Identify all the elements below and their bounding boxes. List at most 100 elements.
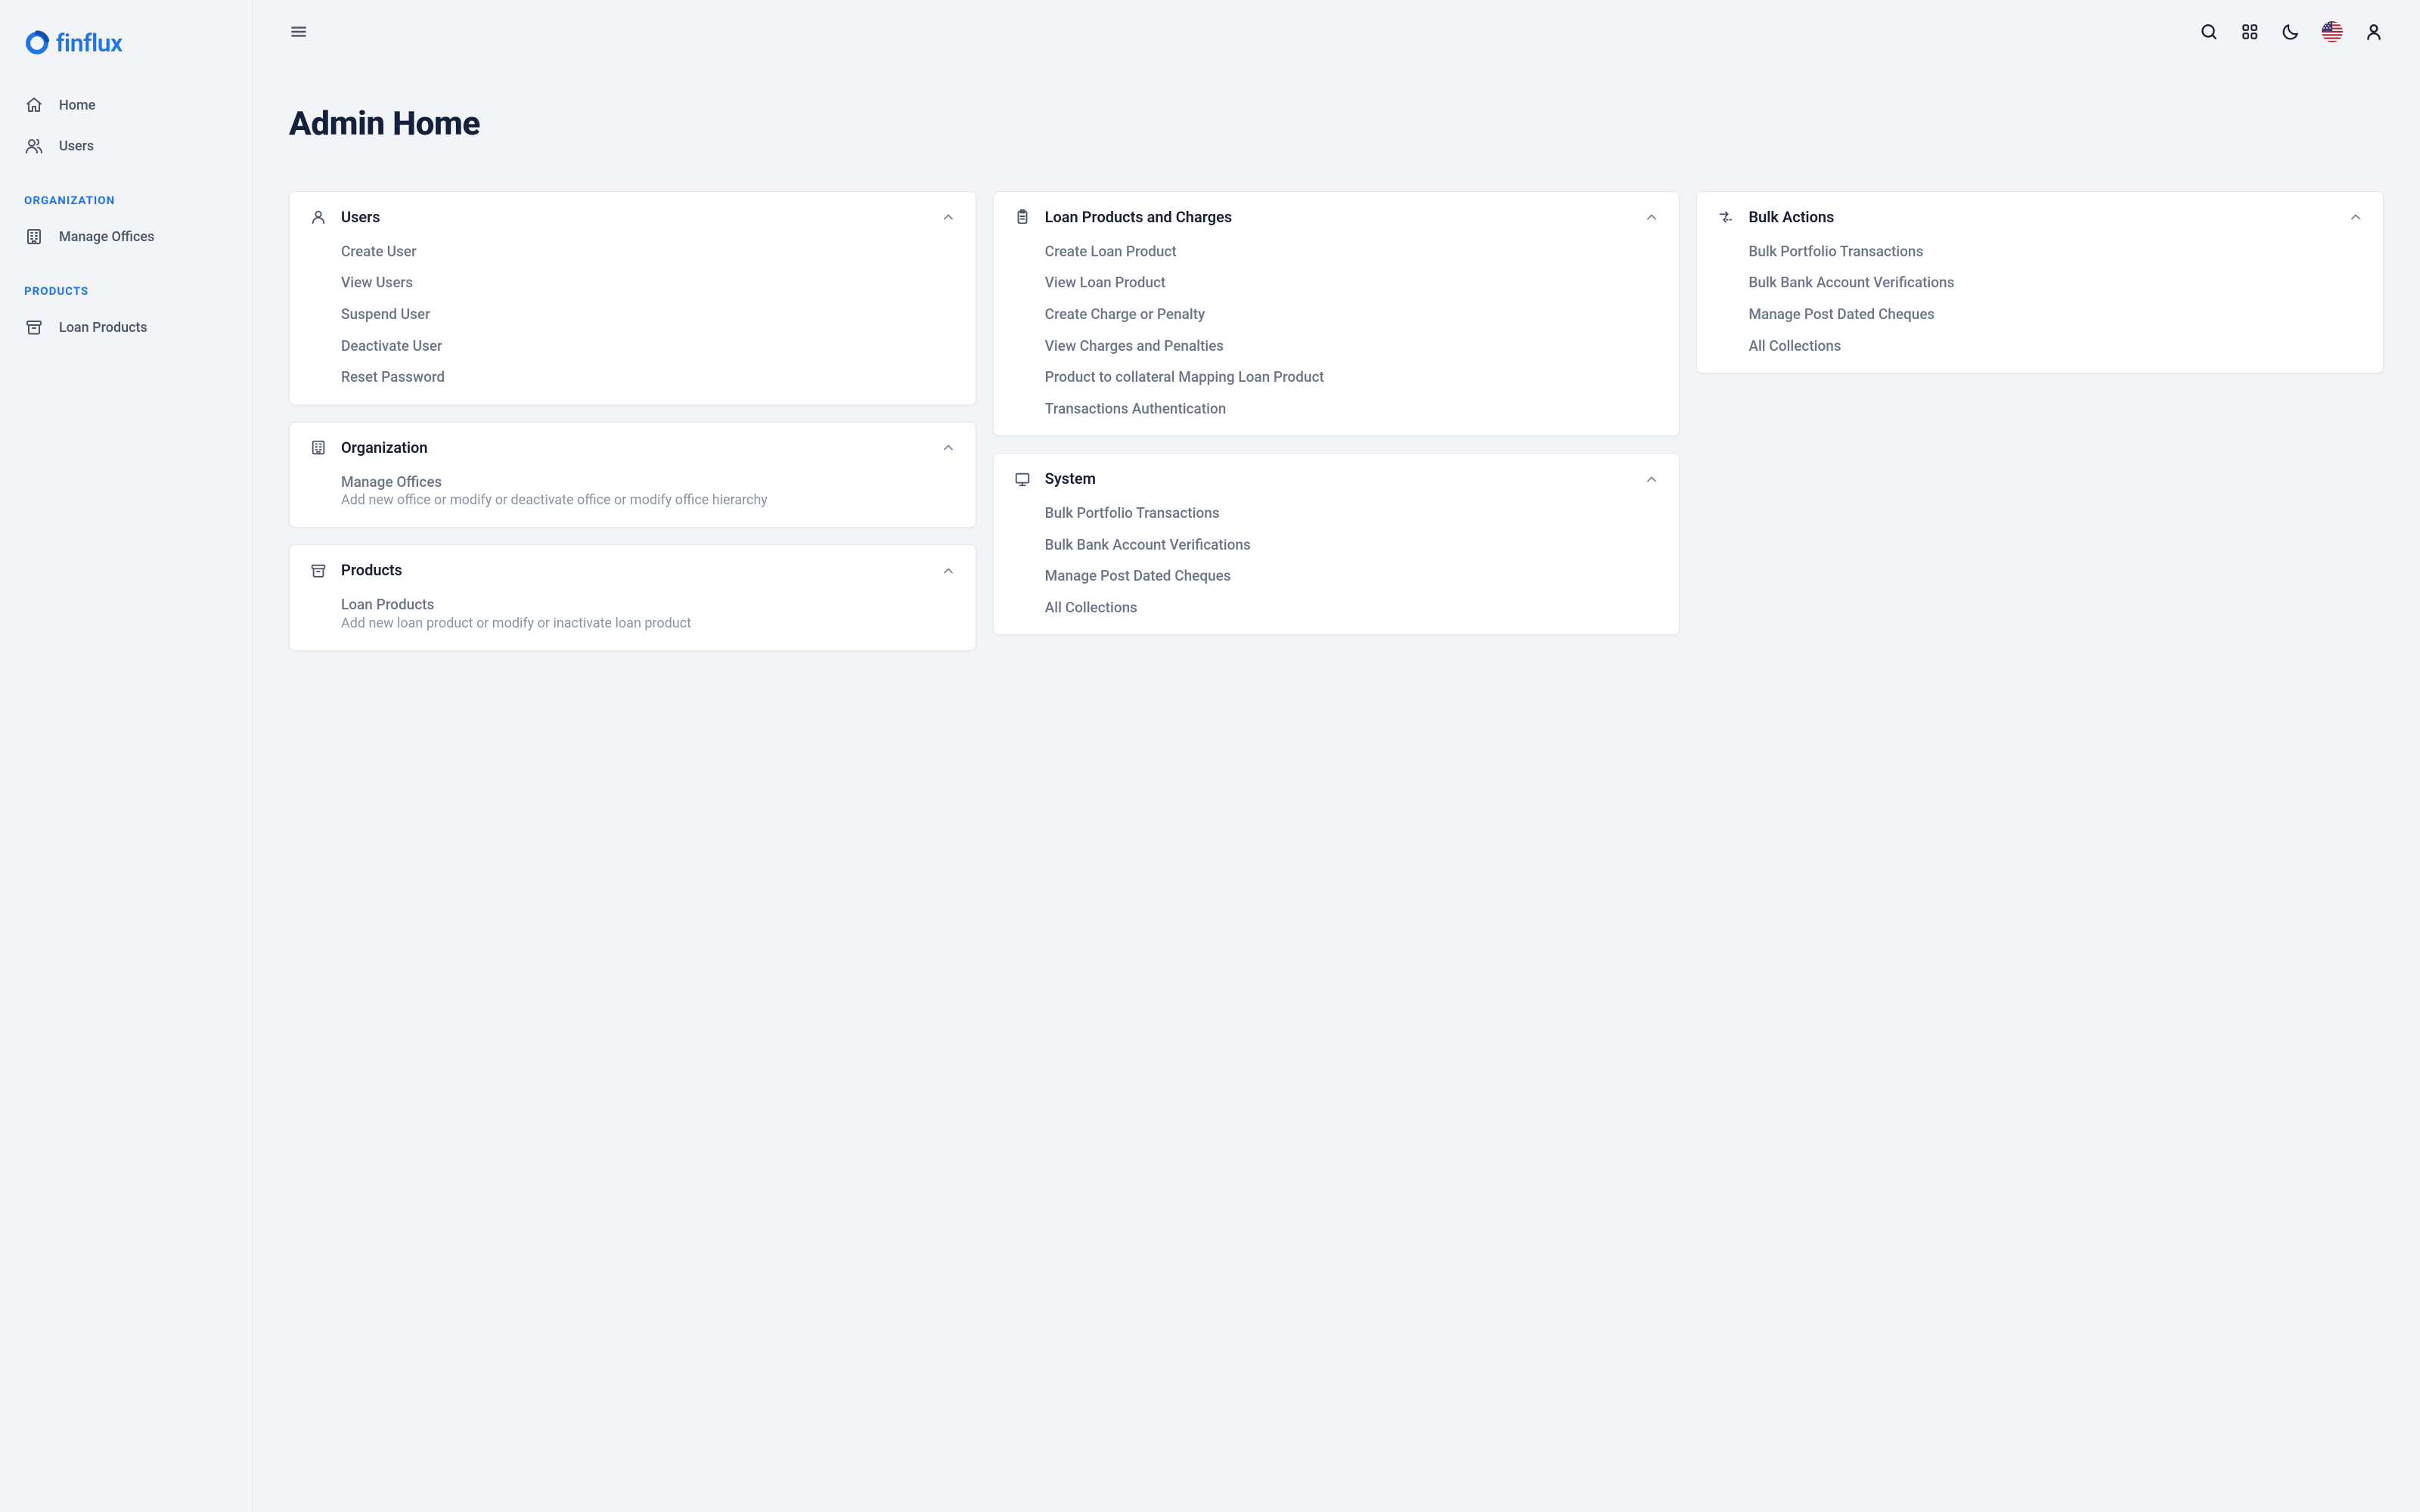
- sidebar-item-users[interactable]: Users: [0, 125, 252, 166]
- card-link-label: All Collections: [1045, 597, 1660, 618]
- card-link-label: Deactivate User: [341, 336, 956, 357]
- brand-logo[interactable]: finflux: [0, 21, 252, 85]
- card-link-label: Manage Post Dated Cheques: [1045, 565, 1660, 587]
- sidebar-item-home[interactable]: Home: [0, 85, 252, 125]
- card-link-view-loan-product[interactable]: View Loan Product: [1045, 272, 1660, 293]
- card-link-label: Bulk Portfolio Transactions: [1045, 503, 1660, 524]
- sidebar-item-manage-offices[interactable]: Manage Offices: [0, 216, 252, 257]
- card-link-label: Transactions Authentication: [1045, 398, 1660, 420]
- sidebar-primary-nav: Home Users: [0, 85, 252, 166]
- card-header-system[interactable]: System: [1013, 469, 1660, 489]
- card-header-loan-products-and-charges[interactable]: Loan Products and Charges: [1013, 207, 1660, 228]
- main-content: Admin Home Users Create User View Users Sus…: [253, 0, 2420, 1512]
- card-header-organization[interactable]: Organization: [309, 438, 956, 458]
- card-column: Users Create User View Users Suspend User De…: [289, 191, 976, 651]
- card-title: System: [1045, 469, 1631, 489]
- card-link-label: Create Charge or Penalty: [1045, 304, 1660, 325]
- card-link-all-collections[interactable]: All Collections: [1748, 336, 2363, 357]
- card-link-create-loan-product[interactable]: Create Loan Product: [1045, 241, 1660, 262]
- card-body: Create User View Users Suspend User Deactiv…: [309, 228, 956, 388]
- card-link-label: Manage Post Dated Cheques: [1748, 304, 2363, 325]
- card-link-reset-password[interactable]: Reset Password: [341, 367, 956, 388]
- profile-icon: [2364, 22, 2384, 42]
- office-icon: [24, 227, 44, 246]
- card-body: Create Loan Product View Loan Product Crea…: [1013, 228, 1660, 419]
- card-link-bulk-portfolio-transactions[interactable]: Bulk Portfolio Transactions: [1045, 503, 1660, 524]
- card-bulk-actions: Bulk ActionsBulk Portfolio TransactionsB…: [1696, 191, 2384, 373]
- card-header-products[interactable]: Products: [309, 560, 956, 581]
- clipboard-icon: [1013, 208, 1032, 226]
- card-link-view-charges-and-penalties[interactable]: View Charges and Penalties: [1045, 336, 1660, 357]
- menu-icon: [289, 22, 309, 42]
- flag-us-icon: [2322, 21, 2343, 42]
- card-link-create-charge-or-penalty[interactable]: Create Charge or Penalty: [1045, 304, 1660, 325]
- card-link-label: Loan Products: [341, 594, 956, 615]
- card-loan-products-and-charges: Loan Products and ChargesCreate Loan Pro…: [993, 191, 1680, 436]
- users-icon: [24, 136, 44, 156]
- topbar-actions: [2199, 21, 2384, 42]
- card-header-bulk-actions[interactable]: Bulk Actions: [1717, 207, 2363, 228]
- profile-button[interactable]: [2364, 22, 2384, 42]
- archive-icon: [24, 318, 44, 337]
- card-link-label: Bulk Bank Account Verifications: [1748, 272, 2363, 293]
- card-title: Products: [341, 560, 927, 581]
- sidebar-item-label: Home: [59, 98, 95, 113]
- chevron-up-icon: [941, 440, 956, 455]
- sidebar-section-products: PRODUCTS: [0, 257, 252, 307]
- card-link-label: Create Loan Product: [1045, 241, 1660, 262]
- card-link-manage-post-dated-cheques[interactable]: Manage Post Dated Cheques: [1045, 565, 1660, 587]
- apps-icon: [2240, 22, 2260, 42]
- card-link-product-to-collateral-mapping-loan-product[interactable]: Product to collateral Mapping Loan Produ…: [1045, 367, 1660, 388]
- card-link-bulk-bank-account-verifications[interactable]: Bulk Bank Account Verifications: [1748, 272, 2363, 293]
- menu-toggle-button[interactable]: [289, 22, 309, 42]
- card-link-label: View Charges and Penalties: [1045, 336, 1660, 357]
- card-body: Loan ProductsAdd new loan product or mod…: [309, 581, 956, 634]
- card-link-all-collections[interactable]: All Collections: [1045, 597, 1660, 618]
- chevron-up-icon: [2348, 209, 2363, 225]
- card-column: Bulk ActionsBulk Portfolio TransactionsB…: [1696, 191, 2384, 373]
- office-icon: [309, 438, 327, 457]
- brand-name: finflux: [56, 29, 123, 57]
- card-title: Users: [341, 207, 927, 228]
- chevron-up-icon: [941, 563, 956, 578]
- card-link-sub: Add new office or modify or deactivate o…: [341, 491, 956, 510]
- card-header-users[interactable]: Users: [309, 207, 956, 228]
- search-button[interactable]: [2199, 22, 2219, 42]
- card-link-transactions-authentication[interactable]: Transactions Authentication: [1045, 398, 1660, 420]
- card-link-manage-post-dated-cheques[interactable]: Manage Post Dated Cheques: [1748, 304, 2363, 325]
- dark-mode-toggle[interactable]: [2281, 22, 2301, 42]
- search-icon: [2199, 22, 2219, 42]
- card-link-bulk-bank-account-verifications[interactable]: Bulk Bank Account Verifications: [1045, 534, 1660, 556]
- card-organization: Organization Manage OfficesAdd new office…: [289, 422, 976, 528]
- chevron-up-icon: [941, 209, 956, 225]
- chevron-up-icon: [1644, 472, 1659, 487]
- card-body: Bulk Portfolio Transactions Bulk Bank Acc…: [1717, 228, 2363, 356]
- archive-icon: [309, 562, 327, 580]
- moon-icon: [2281, 22, 2301, 42]
- card-link-deactivate-user[interactable]: Deactivate User: [341, 336, 956, 357]
- card-link-label: Bulk Bank Account Verifications: [1045, 534, 1660, 556]
- card-body: Bulk Portfolio Transactions Bulk Bank Acc…: [1013, 489, 1660, 618]
- card-link-label: Product to collateral Mapping Loan Produ…: [1045, 367, 1660, 388]
- card-link-label: View Loan Product: [1045, 272, 1660, 293]
- card-link-create-user[interactable]: Create User: [341, 241, 956, 262]
- card-link-bulk-portfolio-transactions[interactable]: Bulk Portfolio Transactions: [1748, 241, 2363, 262]
- card-link-view-users[interactable]: View Users: [341, 272, 956, 293]
- language-button[interactable]: [2322, 21, 2343, 42]
- monitor-icon: [1013, 470, 1032, 488]
- card-link-manage-offices[interactable]: Manage OfficesAdd new office or modify o…: [341, 472, 956, 511]
- card-body: Manage OfficesAdd new office or modify o…: [309, 458, 956, 511]
- apps-button[interactable]: [2240, 22, 2260, 42]
- cards-grid: Users Create User View Users Suspend User De…: [253, 191, 2420, 696]
- card-link-label: View Users: [341, 272, 956, 293]
- card-link-suspend-user[interactable]: Suspend User: [341, 304, 956, 325]
- page-title: Admin Home: [253, 72, 2420, 169]
- sidebar-item-label: Loan Products: [59, 320, 147, 336]
- card-link-loan-products[interactable]: Loan ProductsAdd new loan product or mod…: [341, 594, 956, 634]
- transfer-icon: [1717, 208, 1735, 226]
- card-system: System Bulk Portfolio Transactions Bulk Ba…: [993, 453, 1680, 635]
- home-icon: [24, 95, 44, 115]
- card-link-label: Create User: [341, 241, 956, 262]
- sidebar-item-loan-products[interactable]: Loan Products: [0, 307, 252, 348]
- card-title: Bulk Actions: [1748, 207, 2335, 228]
